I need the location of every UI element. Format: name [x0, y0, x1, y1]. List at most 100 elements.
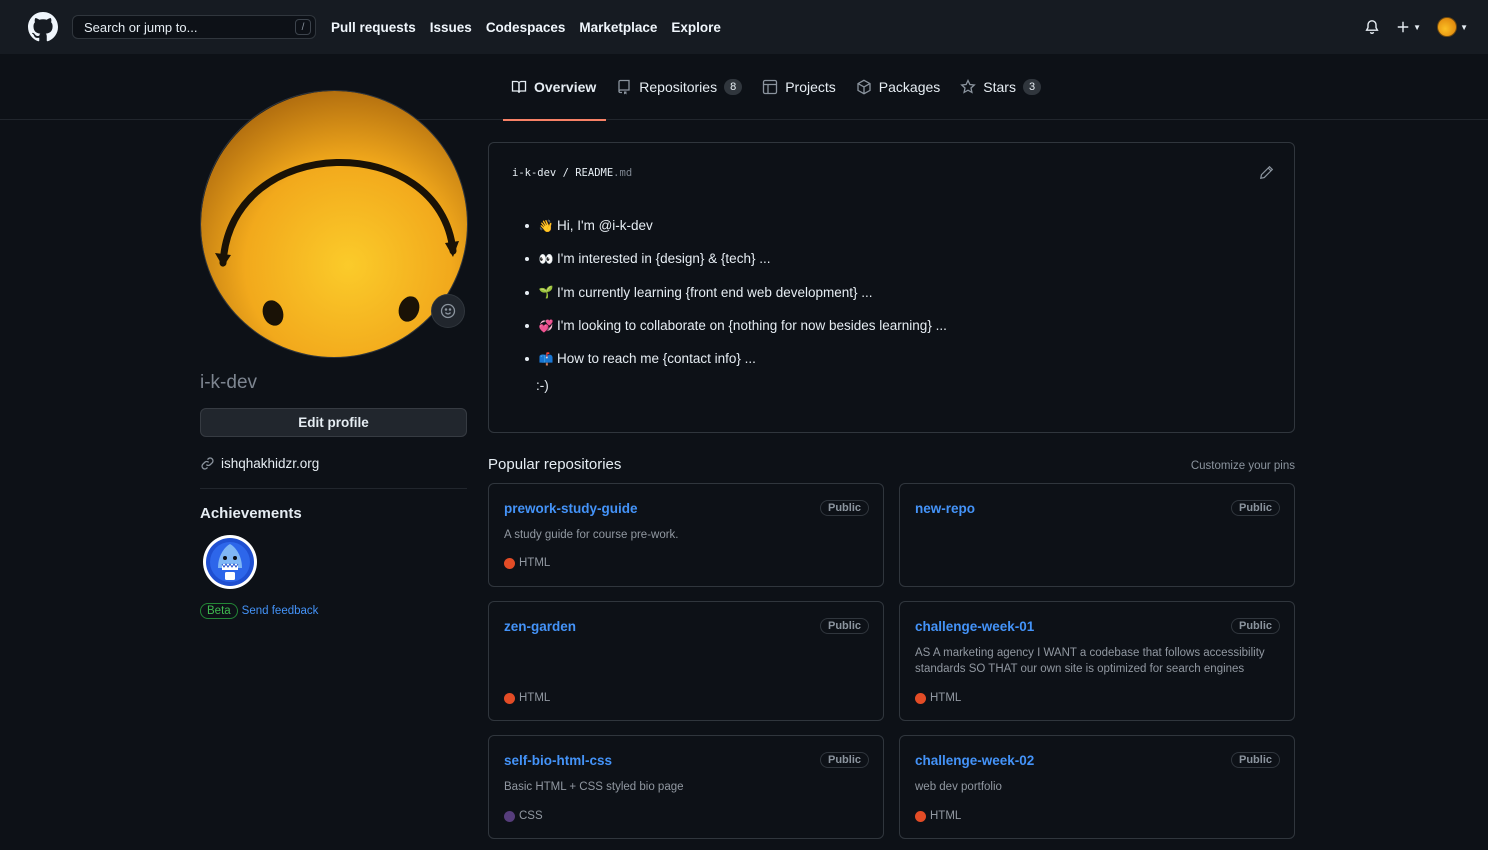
sidebar-divider	[200, 488, 467, 489]
tab-label: Stars	[983, 79, 1016, 95]
list-item-text: I'm looking to collaborate on {nothing f…	[557, 318, 947, 334]
create-new-button[interactable]: ▼	[1396, 20, 1421, 34]
plus-icon	[1397, 21, 1409, 33]
mailbox-icon: 📫	[538, 351, 554, 366]
readme-list: 👋 Hi, I'm @i-k-dev 👀 I'm interested in {de…	[525, 209, 947, 375]
tab-label: Packages	[878, 79, 941, 95]
nav-marketplace[interactable]: Marketplace	[579, 20, 657, 35]
list-item: 🌱 I'm currently learning {front end web d…	[525, 276, 947, 309]
list-item-text: I'm currently learning {front end web de…	[557, 284, 873, 300]
readme-file-base: README	[575, 167, 614, 179]
repo-name-link[interactable]: prework-study-guide	[504, 501, 638, 516]
repo-language: CSS	[504, 810, 543, 822]
set-status-button[interactable]	[431, 294, 465, 328]
nav-explore[interactable]: Explore	[671, 20, 721, 35]
tab-label: Projects	[785, 79, 836, 95]
list-item-text: How to reach me {contact info} ...	[557, 351, 756, 367]
repo-name-link[interactable]: challenge-week-02	[915, 753, 1034, 768]
tab-stars[interactable]: Stars 3	[952, 54, 1051, 120]
header-actions: ▼ ▼	[1364, 0, 1468, 54]
search-placeholder: Search or jump to...	[84, 19, 198, 35]
tab-repositories[interactable]: Repositories 8	[608, 54, 752, 120]
edit-profile-button[interactable]: Edit profile	[200, 408, 467, 437]
tab-projects[interactable]: Projects	[754, 54, 846, 120]
profile-website: ishqhakhidzr.org	[200, 456, 319, 471]
chevron-down-icon: ▼	[1413, 22, 1422, 32]
readme-file-link[interactable]: README.md	[575, 167, 632, 179]
search-input[interactable]: Search or jump to... /	[72, 15, 316, 39]
list-item: 📫 How to reach me {contact info} ...	[525, 342, 947, 375]
smiley-icon	[440, 303, 456, 319]
repo-icon	[618, 79, 630, 95]
visibility-badge: Public	[1230, 500, 1280, 516]
search-shortcut-key: /	[295, 19, 311, 35]
send-feedback-link[interactable]: Send feedback	[242, 605, 319, 617]
beta-label: Beta	[200, 603, 238, 619]
repo-description: web dev portfolio	[915, 781, 1002, 793]
list-item-text: I'm interested in {design} & {tech} ...	[557, 251, 771, 267]
achievement-badge-shark[interactable]	[202, 534, 258, 590]
list-item: 👋 Hi, I'm @i-k-dev	[525, 209, 947, 242]
repo-name-link[interactable]: new-repo	[915, 501, 975, 516]
repo-name-link[interactable]: self-bio-html-css	[504, 753, 612, 768]
website-link[interactable]: ishqhakhidzr.org	[221, 456, 319, 471]
tab-overview[interactable]: Overview	[503, 54, 607, 121]
language-color-dot	[504, 557, 515, 569]
user-menu-button[interactable]: ▼	[1437, 17, 1468, 37]
nav-pull-requests[interactable]: Pull requests	[331, 20, 416, 35]
table-icon	[763, 79, 778, 95]
visibility-badge: Public	[819, 500, 869, 516]
profile-username: i-k-dev	[200, 372, 258, 393]
profile-tabs: Overview Repositories 8 Projects Package…	[503, 54, 1053, 121]
github-logo-icon[interactable]	[28, 12, 58, 42]
language-color-dot	[504, 692, 515, 704]
star-icon	[960, 79, 977, 94]
nav-issues[interactable]: Issues	[430, 20, 472, 35]
visibility-badge: Public	[1230, 752, 1280, 768]
avatar	[1437, 17, 1458, 37]
profile-avatar[interactable]	[200, 90, 468, 358]
waving-hand-icon: 👋	[538, 218, 554, 233]
readme-path: i-k-dev / README.md	[512, 167, 632, 179]
tab-label: Repositories	[639, 79, 718, 95]
tab-packages[interactable]: Packages	[848, 54, 950, 120]
repo-language: HTML	[915, 810, 961, 822]
repo-card: prework-study-guide Public A study guide…	[488, 483, 884, 587]
list-item-text: Hi, I'm @i-k-dev	[557, 218, 653, 234]
nav-codespaces[interactable]: Codespaces	[486, 20, 566, 35]
repo-card: zen-garden Public HTML	[488, 601, 884, 721]
tab-label: Overview	[534, 79, 597, 95]
repo-language: HTML	[504, 557, 550, 569]
global-header: Search or jump to... / Pull requests Iss…	[0, 0, 1488, 54]
repo-description: A study guide for course pre-work.	[504, 529, 679, 541]
readme-file-ext: .md	[613, 167, 633, 179]
visibility-badge: Public	[819, 752, 869, 768]
language-color-dot	[915, 810, 926, 822]
repo-language: HTML	[915, 692, 961, 704]
repo-card: self-bio-html-css Public Basic HTML + CS…	[488, 735, 884, 839]
customize-pins-link[interactable]: Customize your pins	[1191, 460, 1295, 472]
eyes-icon: 👀	[538, 251, 554, 266]
repo-description: Basic HTML + CSS styled bio page	[504, 781, 684, 793]
repo-count-badge: 8	[724, 79, 743, 95]
repo-card: new-repo Public	[899, 483, 1295, 587]
language-label: HTML	[930, 692, 962, 704]
popular-repos-heading: Popular repositories	[488, 456, 622, 473]
link-icon	[201, 457, 214, 470]
readme-owner-link[interactable]: i-k-dev	[512, 167, 556, 179]
repo-name-link[interactable]: zen-garden	[504, 619, 576, 634]
repo-card: challenge-week-01 Public AS A marketing …	[899, 601, 1295, 721]
language-label: CSS	[519, 810, 543, 822]
list-item: 💞 I'm looking to collaborate on {nothing …	[525, 309, 947, 342]
language-label: HTML	[519, 557, 551, 569]
readme-path-separator: /	[556, 167, 576, 179]
bell-icon[interactable]	[1364, 19, 1380, 35]
language-color-dot	[915, 692, 926, 704]
repo-card: challenge-week-02 Public web dev portfol…	[899, 735, 1295, 839]
hearts-icon: 💞	[538, 318, 554, 333]
visibility-badge: Public	[819, 618, 869, 634]
repo-name-link[interactable]: challenge-week-01	[915, 619, 1034, 634]
pencil-icon[interactable]	[1259, 165, 1274, 183]
readme-card: i-k-dev / README.md 👋 Hi, I'm @i-k-dev 👀 I…	[488, 142, 1295, 433]
readme-sign-off: :-)	[536, 378, 549, 393]
